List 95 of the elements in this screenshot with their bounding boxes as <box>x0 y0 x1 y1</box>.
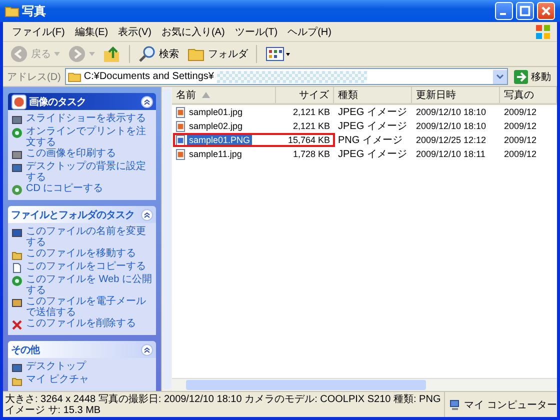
minimize-button[interactable] <box>495 2 513 20</box>
task-link[interactable]: このファイルを移動する <box>26 248 136 259</box>
menu-item[interactable]: ファイル(F) <box>7 24 70 38</box>
arrow-icon <box>514 70 528 84</box>
task-link[interactable]: このファイルの名前を変更する <box>26 226 153 248</box>
file-row[interactable]: sample02.jpg 2,121 KB JPEG イメージ 2009/12/10 18:10 2009/12 <box>172 119 557 133</box>
folder-icon <box>11 375 23 387</box>
table-cell-text: 15,764 KB <box>286 135 331 145</box>
disc-icon <box>11 184 23 196</box>
sort-ascending-icon <box>202 92 210 98</box>
task-link[interactable]: このファイルを削除する <box>26 318 136 329</box>
table-cell-text: 2009/12/25 12:12 <box>415 135 488 145</box>
table-cell-text: JPEG イメージ <box>337 106 408 119</box>
folders-button[interactable]: フォルダ <box>184 44 251 64</box>
table-cell-text: 2,121 KB <box>292 121 331 131</box>
search-icon <box>138 45 156 63</box>
table-cell-text: 2009/12 <box>503 135 538 145</box>
folder-icon <box>11 249 23 261</box>
maximize-icon <box>519 5 531 17</box>
delete-icon <box>11 319 23 331</box>
scrollbar[interactable] <box>161 87 172 391</box>
task-link[interactable]: デスクトップ <box>26 361 86 372</box>
file-name[interactable]: sample01.jpg <box>187 107 245 117</box>
file-row[interactable]: sample11.jpg 1,728 KB JPEG イメージ 2009/12/10 18:11 2009/12 <box>172 147 557 161</box>
task-link[interactable]: CD にコピーする <box>26 183 104 194</box>
collapse-icon <box>141 208 153 220</box>
computer-icon <box>449 398 461 410</box>
file-row[interactable]: sample01.PNG 15,764 KB PNG イメージ 2009/12/25 12:12 2009/12 <box>172 133 557 147</box>
file-name[interactable]: sample01.PNG <box>187 135 252 145</box>
image-file-icon <box>176 134 185 146</box>
collapse-icon <box>141 96 153 108</box>
caret-icon <box>89 52 95 56</box>
maximize-button[interactable] <box>516 2 534 20</box>
file-row[interactable]: sample01.jpg 2,121 KB JPEG イメージ 2009/12/10 18:10 2009/12 <box>172 105 557 119</box>
task-link[interactable]: オンラインでプリントを注文する <box>26 126 153 148</box>
monitor-icon <box>11 362 23 374</box>
column-header[interactable]: 更新日時 <box>412 87 500 103</box>
table-cell-text: 2,121 KB <box>292 107 331 117</box>
task-link[interactable]: スライドショーを表示する <box>26 113 146 124</box>
column-header[interactable]: 種類 <box>334 87 412 103</box>
collapse-icon <box>141 344 153 356</box>
table-cell-text: PNG イメージ <box>337 134 404 147</box>
table-cell-text: 2009/12/10 18:10 <box>415 121 488 131</box>
column-header[interactable]: 名前 <box>172 87 276 103</box>
views-icon <box>265 45 291 63</box>
menu-item[interactable]: ツール(T) <box>230 24 283 38</box>
task-link[interactable]: この画像を印刷する <box>26 148 116 159</box>
panel-header[interactable]: その他 <box>8 341 156 358</box>
status-text: 大きさ: 3264 x 2448 写真の撮影日: 2009/12/10 18:10 カメラのモデル: COOLPIX S210 種類: PNG イメージ サ: 15.3 MB <box>4 394 442 416</box>
status-zone: マイ コンピューター <box>464 398 557 412</box>
table-cell-text: JPEG イメージ <box>337 120 408 133</box>
panel-header[interactable]: ファイルとフォルダのタスク <box>8 206 156 223</box>
table-cell-text: 2009/12/10 18:10 <box>415 107 488 117</box>
globe-icon <box>11 127 23 139</box>
table-cell-text: 2009/12 <box>503 107 538 117</box>
go-button[interactable]: 移動 <box>512 70 553 84</box>
image-file-icon <box>176 148 185 160</box>
table-cell-text: 1,728 KB <box>292 149 331 159</box>
table-cell-text: 2009/12 <box>503 149 538 159</box>
file-name[interactable]: sample11.jpg <box>187 149 244 159</box>
column-header[interactable]: サイズ <box>276 87 334 103</box>
minimize-icon <box>500 12 506 15</box>
search-button[interactable]: 検索 <box>135 44 182 64</box>
close-button[interactable] <box>537 2 555 20</box>
task-link[interactable]: このファイルをコピーする <box>26 261 146 272</box>
task-link[interactable]: このファイルを Web に公開する <box>26 274 153 296</box>
task-link[interactable]: マイ ピクチャ <box>26 374 89 385</box>
table-cell-text: 2009/12 <box>503 121 538 131</box>
page-icon <box>11 262 23 274</box>
globe-icon <box>11 275 23 287</box>
address-field[interactable]: C:¥Documents and Settings¥ <box>64 68 508 85</box>
table-cell-text: 2009/12/10 18:11 <box>415 149 486 159</box>
panel-header[interactable]: 画像のタスク <box>8 93 156 110</box>
menu-item[interactable]: 表示(V) <box>113 24 156 38</box>
menu-item[interactable]: 編集(E) <box>70 24 114 38</box>
folder-icon <box>5 5 19 17</box>
close-icon <box>540 5 552 17</box>
menu-item[interactable]: ヘルプ(H) <box>282 24 336 38</box>
caret-icon <box>54 52 60 56</box>
scrollbar[interactable] <box>172 378 557 391</box>
menu-item[interactable]: お気に入り(A) <box>156 24 230 38</box>
image-file-icon <box>176 106 185 118</box>
folder-up-icon <box>103 45 121 63</box>
task-link[interactable]: デスクトップの背景に設定する <box>26 161 153 183</box>
address-label: アドレス(D) <box>7 70 61 84</box>
image-file-icon <box>176 120 185 132</box>
picture-icon <box>11 94 27 110</box>
column-header[interactable]: 写真の <box>500 87 557 103</box>
file-name[interactable]: sample02.jpg <box>187 121 245 131</box>
monitor-icon <box>11 162 23 174</box>
windows-flag-icon <box>535 24 551 40</box>
task-link[interactable]: このファイルを電子メールで送信する <box>26 296 153 318</box>
table-cell-text: JPEG イメージ <box>337 148 408 161</box>
window-title: 写真 <box>22 2 46 20</box>
folder-icon <box>68 71 81 82</box>
